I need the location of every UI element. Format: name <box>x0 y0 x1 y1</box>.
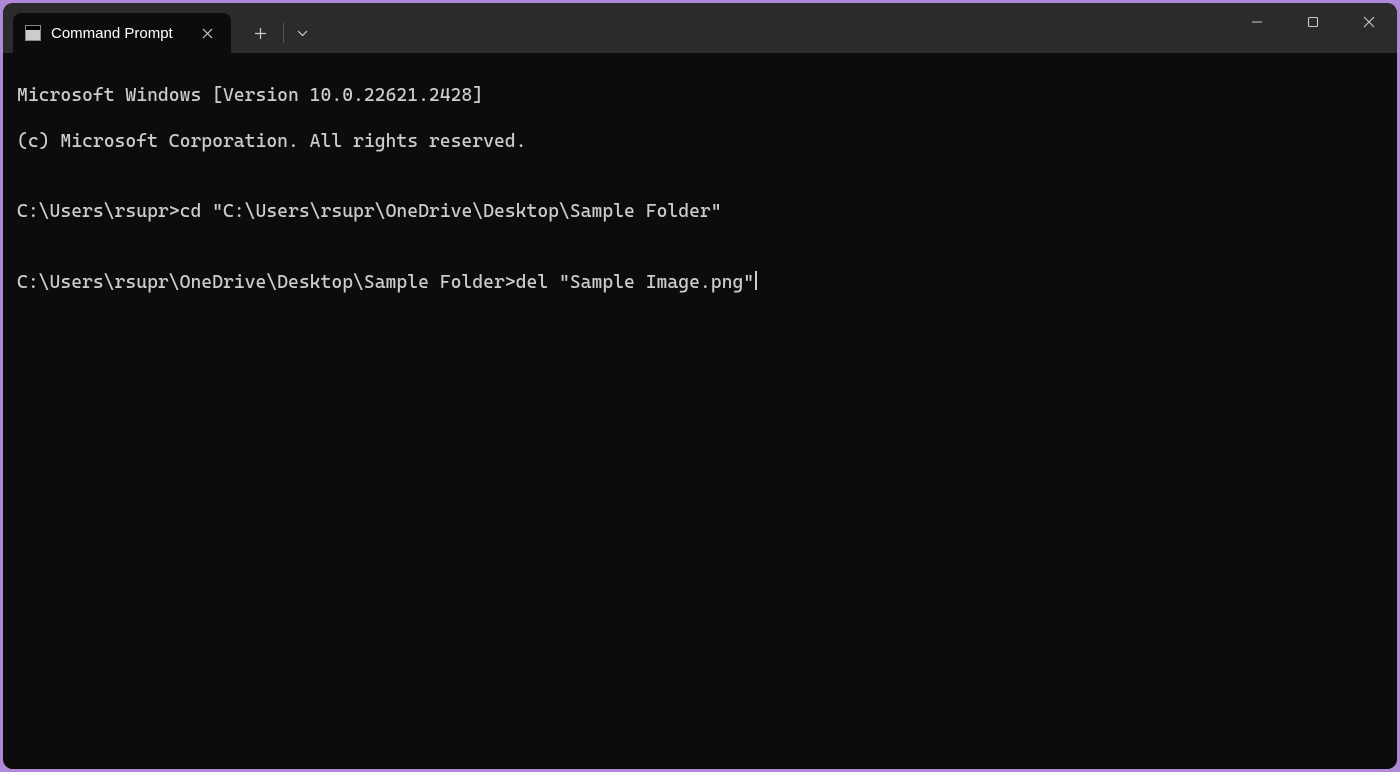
command-line-2: C:\Users\rsupr\OneDrive\Desktop\Sample F… <box>17 269 1383 294</box>
maximize-button[interactable] <box>1285 3 1341 41</box>
typed-command: cd "C:\Users\rsupr\OneDrive\Desktop\Samp… <box>180 200 722 223</box>
minimize-icon <box>1251 16 1263 28</box>
version-line: Microsoft Windows [Version 10.0.22621.24… <box>17 84 1383 107</box>
minimize-button[interactable] <box>1229 3 1285 41</box>
divider <box>283 23 284 43</box>
command-prompt-icon <box>25 25 41 41</box>
close-icon <box>1363 16 1375 28</box>
text-cursor <box>755 271 757 290</box>
plus-icon <box>254 27 267 40</box>
tab-close-button[interactable] <box>199 24 217 42</box>
close-icon <box>202 28 213 39</box>
close-window-button[interactable] <box>1341 3 1397 41</box>
terminal-window: Command Prompt Microsof <box>3 3 1397 769</box>
copyright-line: (c) Microsoft Corporation. All rights re… <box>17 130 1383 153</box>
new-tab-controls <box>231 13 316 53</box>
new-tab-button[interactable] <box>245 17 277 49</box>
prompt: C:\Users\rsupr\OneDrive\Desktop\Sample F… <box>17 271 516 294</box>
tab-command-prompt[interactable]: Command Prompt <box>13 13 231 53</box>
maximize-icon <box>1307 16 1319 28</box>
typed-command: del "Sample Image.png" <box>516 271 754 294</box>
window-controls <box>1229 3 1397 41</box>
terminal-output[interactable]: Microsoft Windows [Version 10.0.22621.24… <box>3 53 1397 769</box>
prompt: C:\Users\rsupr> <box>17 200 180 223</box>
chevron-down-icon <box>297 30 308 37</box>
tab-title: Command Prompt <box>51 25 173 42</box>
command-line-1: C:\Users\rsupr>cd "C:\Users\rsupr\OneDri… <box>17 200 1383 223</box>
tab-dropdown-button[interactable] <box>290 17 316 49</box>
titlebar[interactable]: Command Prompt <box>3 3 1397 53</box>
